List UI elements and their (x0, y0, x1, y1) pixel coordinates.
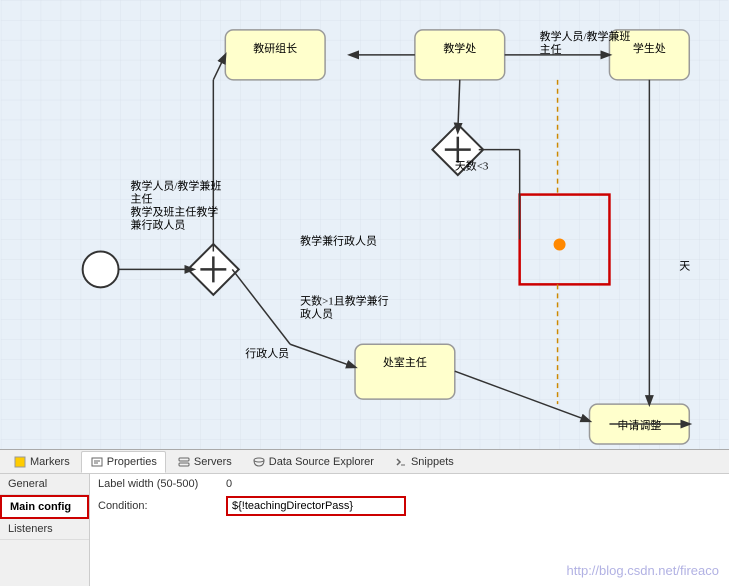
svg-text:教学及班主任教学: 教学及班主任教学 (131, 205, 219, 219)
properties-icon (90, 455, 104, 469)
watermark-text: http://blog.csdn.net/fireaco (567, 563, 719, 578)
marker-icon (13, 455, 27, 469)
svg-text:申请调整: 申请调整 (617, 418, 661, 432)
sidebar-general[interactable]: General (0, 474, 89, 495)
svg-text:处室主任: 处室主任 (383, 355, 427, 369)
label-width-label: Label width (50-500) (98, 478, 218, 490)
tab-datasource[interactable]: Data Source Explorer (243, 451, 383, 473)
condition-label: Condition: (98, 500, 218, 512)
svg-text:主任: 主任 (131, 193, 153, 206)
server-icon (177, 455, 191, 469)
label-width-value: 0 (226, 478, 232, 490)
svg-text:教学处: 教学处 (443, 41, 476, 55)
svg-text:教研组长: 教研组长 (253, 41, 297, 55)
props-sidebar: General Main config Listeners (0, 474, 90, 586)
svg-text:兼行政人员: 兼行政人员 (131, 217, 186, 231)
datasource-icon (252, 455, 266, 469)
tab-properties[interactable]: Properties (81, 451, 166, 473)
condition-row: Condition: http://blog.csdn.net/fireaco (98, 496, 721, 516)
snippets-icon (394, 455, 408, 469)
svg-text:教学人员/教学兼班: 教学人员/教学兼班 (540, 29, 631, 43)
tab-servers[interactable]: Servers (168, 451, 241, 473)
svg-text:教学人员/教学兼班: 教学人员/教学兼班 (131, 179, 222, 193)
label-width-row: Label width (50-500) 0 (98, 478, 721, 490)
condition-input[interactable] (226, 496, 406, 516)
props-main: Label width (50-500) 0 Condition: http:/… (90, 474, 729, 586)
svg-text:天数>1且教学兼行: 天数>1且教学兼行 (300, 293, 388, 307)
svg-text:主任: 主任 (540, 43, 562, 56)
svg-text:政人员: 政人员 (300, 306, 333, 320)
svg-text:教学兼行政人员: 教学兼行政人员 (300, 233, 377, 247)
tab-bar: Markers Properties Servers Data Source E… (0, 450, 729, 474)
svg-text:学生处: 学生处 (633, 41, 666, 55)
tab-snippets[interactable]: Snippets (385, 451, 463, 473)
sidebar-mainconfig[interactable]: Main config (0, 495, 89, 519)
diagram-area[interactable]: 教研组长 教学处 学生处 处室主任 申请调整 (0, 0, 729, 450)
svg-text:行政人员: 行政人员 (245, 346, 289, 360)
properties-content: General Main config Listeners Label widt… (0, 474, 729, 586)
bottom-panel: Markers Properties Servers Data Source E… (0, 450, 729, 586)
tab-markers[interactable]: Markers (4, 451, 79, 473)
sidebar-listeners[interactable]: Listeners (0, 519, 89, 540)
svg-text:天: 天 (679, 260, 690, 272)
svg-text:天数<3: 天数<3 (455, 160, 489, 173)
